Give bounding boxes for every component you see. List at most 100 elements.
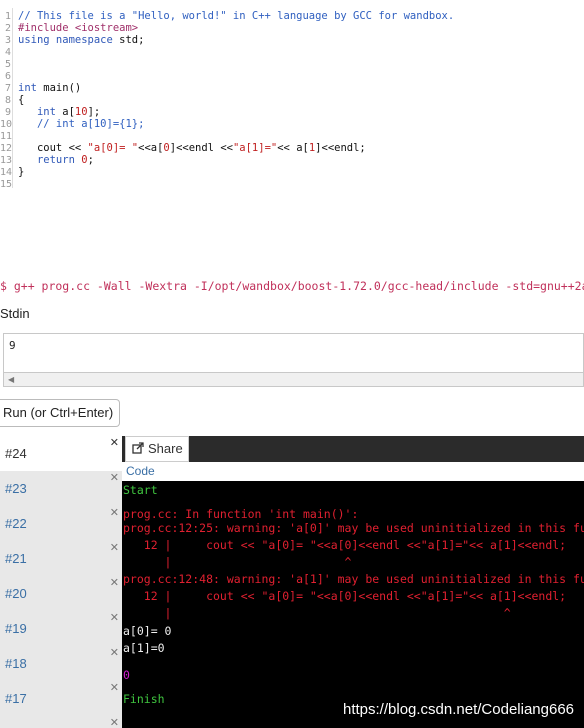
code-line[interactable]: 3 using namespace std; — [0, 34, 144, 46]
share-label: Share — [148, 441, 183, 456]
output-line: 12 | cout << "a[0]= "<<a[0]<<endl <<"a[1… — [123, 538, 567, 552]
close-icon[interactable]: ✕ — [110, 471, 119, 484]
code-token: int — [18, 106, 56, 118]
code-line[interactable]: 14} — [0, 166, 24, 178]
history-item[interactable]: #21 ✕ — [0, 541, 122, 576]
line-number: 15 — [0, 179, 13, 190]
code-token: { — [18, 94, 25, 106]
code-editor[interactable]: 1// This file is a "Hello, world!" in C+… — [0, 0, 584, 272]
code-line[interactable]: 12 cout << "a[0]= "<<a[0]<<endl <<"a[1]=… — [0, 142, 366, 154]
code-line[interactable]: 2 #include <iostream> — [0, 22, 138, 34]
code-text: int a[10]; — [18, 106, 100, 118]
close-icon[interactable]: ✕ — [110, 436, 119, 449]
stdin-value: 9 — [9, 339, 16, 352]
output-line: prog.cc:12:48: warning: 'a[1]' may be us… — [123, 572, 584, 586]
close-icon[interactable]: ✕ — [110, 576, 119, 589]
history-list: #24✕#23✕#22✕#21✕#20✕#19✕#18✕#17✕#16✕ — [0, 436, 122, 728]
history-item[interactable]: #24 ✕ — [0, 436, 122, 471]
scroll-left-icon[interactable]: ◀ — [8, 375, 14, 384]
code-token: ; — [87, 154, 94, 166]
history-item[interactable]: #23 ✕ — [0, 471, 122, 506]
code-text: { — [18, 94, 24, 106]
code-line[interactable]: 7 int main() — [0, 82, 81, 94]
code-token: return — [18, 154, 75, 166]
history-item[interactable]: #22 ✕ — [0, 506, 122, 541]
code-line[interactable]: 15 — [0, 178, 13, 190]
code-text: cout << "a[0]= "<<a[0]<<endl <<"a[1]="<<… — [18, 142, 366, 154]
output-line: prog.cc: In function 'int main()': — [123, 507, 359, 521]
code-token: <<a[ — [138, 142, 164, 154]
code-line[interactable]: 9 int a[10]; — [0, 106, 100, 118]
history-item-label: #19 — [5, 621, 27, 636]
close-icon[interactable]: ✕ — [110, 611, 119, 624]
code-text: } — [18, 166, 24, 178]
code-token: int — [18, 82, 37, 94]
code-token: main() — [36, 82, 82, 94]
close-icon[interactable]: ✕ — [110, 506, 119, 519]
history-item-label: #21 — [5, 551, 27, 566]
output-line: a[0]= 0 — [123, 624, 172, 638]
code-line[interactable]: 13 return 0; — [0, 154, 94, 166]
code-token: 10 — [74, 106, 88, 118]
history-item-label: #18 — [5, 656, 27, 671]
code-line[interactable]: 10 // int a[10]={1}; — [0, 118, 144, 130]
gutter-divider — [12, 8, 13, 188]
output-line: Finish — [123, 692, 165, 706]
close-icon[interactable]: ✕ — [110, 681, 119, 694]
code-text: // This file is a "Hello, world!" in C++… — [18, 10, 454, 22]
code-line[interactable]: 11 — [0, 130, 12, 142]
close-icon[interactable]: ✕ — [110, 541, 119, 554]
history-item[interactable]: #17 ✕ — [0, 681, 122, 716]
output-toolbar — [122, 436, 584, 462]
output-line: a[1]=0 — [123, 641, 165, 655]
code-token: a[ — [55, 106, 75, 118]
close-icon[interactable]: ✕ — [110, 646, 119, 659]
code-line[interactable]: 5 — [0, 58, 11, 70]
code-line[interactable]: 8{ — [0, 94, 24, 106]
output-panel: Start prog.cc: In function 'int main()': p… — [122, 481, 584, 728]
code-line[interactable]: 1// This file is a "Hello, world!" in C+… — [0, 10, 454, 22]
history-item-label: #23 — [5, 481, 27, 496]
code-line[interactable]: 6 — [0, 70, 11, 82]
code-text: return 0; — [18, 154, 94, 166]
run-button[interactable]: Run (or Ctrl+Enter) — [0, 399, 120, 427]
code-text: int main() — [18, 82, 81, 94]
code-token: ]; — [87, 106, 101, 118]
code-token: cout << — [18, 142, 88, 154]
output-line: 12 | cout << "a[0]= "<<a[0]<<endl <<"a[1… — [123, 589, 567, 603]
history-item-label: #22 — [5, 516, 27, 531]
code-token: ]<<endl << — [169, 142, 233, 154]
code-token: ]<<endl; — [315, 142, 366, 154]
history-item[interactable]: #16✕ — [0, 716, 122, 728]
history-item-label: #17 — [5, 691, 27, 706]
code-token: // This file is a "Hello, world!" in C++… — [18, 10, 455, 22]
code-token: "a[1]=" — [232, 142, 278, 154]
watermark: https://blog.csdn.net/Codeliang666 — [343, 701, 574, 718]
stdin-scrollbar[interactable]: ◀ — [3, 373, 584, 387]
stdin-input[interactable]: 9 — [3, 333, 584, 373]
history-item[interactable]: #20 ✕ — [0, 576, 122, 611]
close-icon[interactable]: ✕ — [110, 716, 119, 728]
output-line: | ^ — [123, 606, 511, 620]
compile-command: $ g++ prog.cc -Wall -Wextra -I/opt/wandb… — [0, 279, 584, 293]
history-item-label: #20 — [5, 586, 27, 601]
output-line: prog.cc:12:25: warning: 'a[0]' may be us… — [123, 521, 584, 535]
output-line: Start — [123, 483, 158, 497]
code-token: std; — [112, 34, 145, 46]
share-button[interactable]: Share — [125, 436, 189, 462]
output-line: 0 — [123, 668, 130, 682]
code-token: } — [18, 166, 25, 178]
code-token: using namespace — [18, 34, 113, 46]
code-text: // int a[10]={1}; — [18, 118, 144, 130]
history-item[interactable]: #19 ✕ — [0, 611, 122, 646]
tab-code[interactable]: Code — [122, 462, 584, 481]
code-token: // int a[10]={1}; — [18, 118, 145, 130]
output-line: | ^ — [123, 555, 352, 569]
code-line[interactable]: 4 — [0, 46, 11, 58]
history-item[interactable]: #18 ✕ — [0, 646, 122, 681]
stdin-label: Stdin — [0, 306, 30, 321]
code-text: using namespace std; — [18, 34, 144, 46]
code-token: "a[0]= " — [87, 142, 139, 154]
code-token: << a[ — [277, 142, 309, 154]
code-text: #include <iostream> — [18, 22, 138, 34]
